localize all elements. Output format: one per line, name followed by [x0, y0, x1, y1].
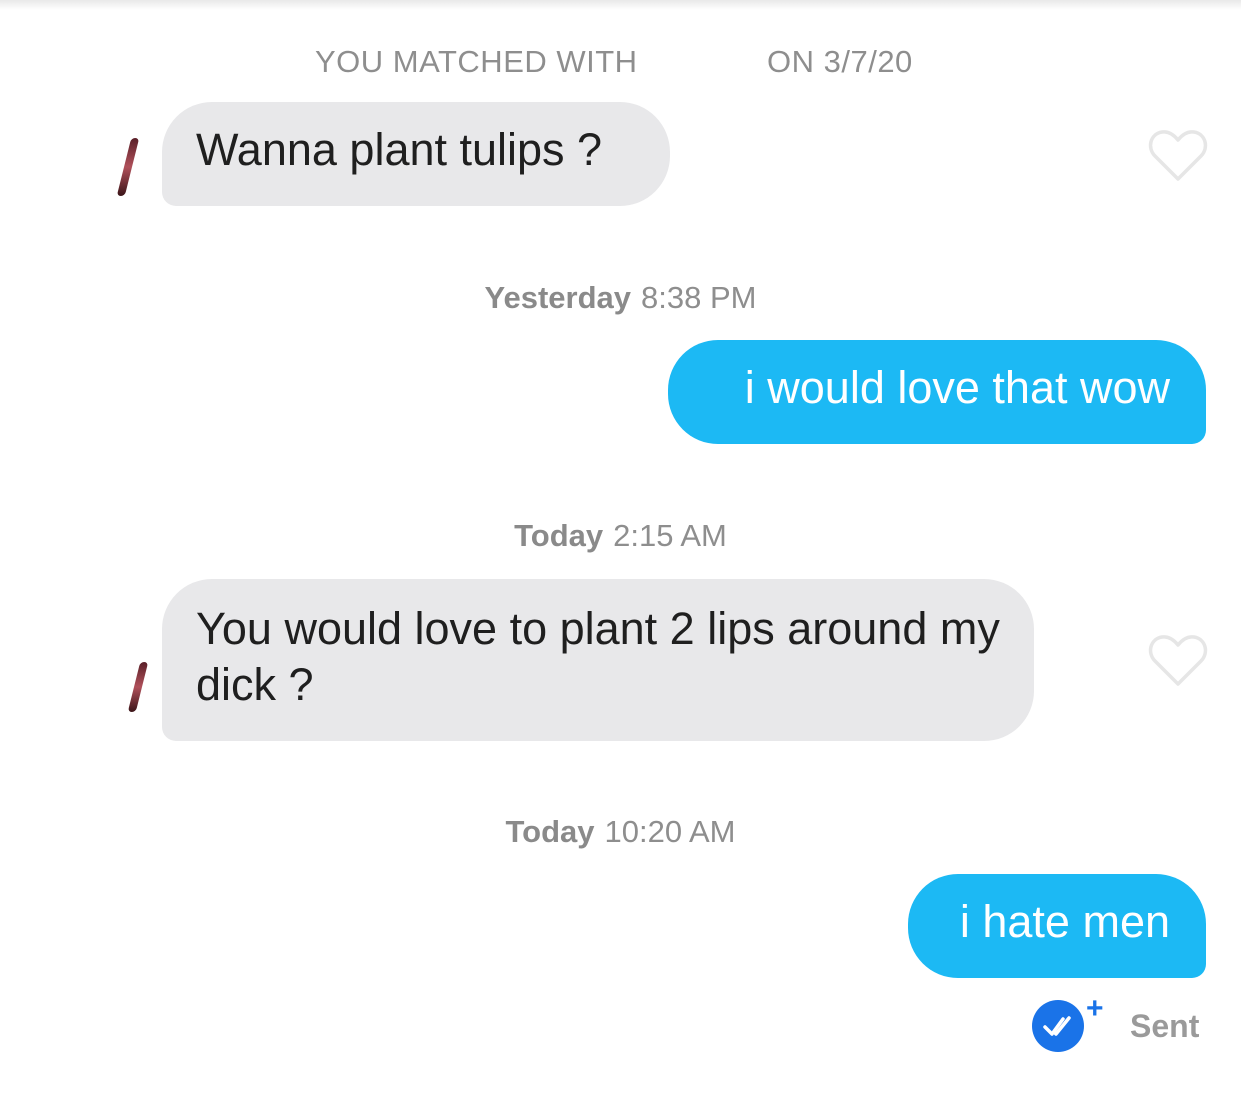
match-header-prefix: YOU MATCHED WITH	[315, 44, 638, 79]
message-status: + Sent	[1028, 992, 1218, 1058]
message-text: i hate men	[959, 896, 1170, 947]
timestamp-day: Yesterday	[484, 280, 632, 315]
match-header-date: ON 3/7/20	[767, 44, 913, 79]
message-text: i would love that wow	[744, 362, 1170, 413]
match-header: YOU MATCHED WITH ON 3/7/20	[0, 44, 1241, 84]
message-timestamp: Today 2:15 AM	[0, 518, 1241, 554]
heart-like-icon[interactable]	[1148, 127, 1208, 183]
timestamp-time: 8:38 PM	[641, 280, 757, 315]
message-timestamp: Yesterday 8:38 PM	[0, 280, 1241, 316]
message-text: Wanna plant tulips ?	[196, 124, 603, 175]
top-edge	[0, 0, 1241, 10]
timestamp-time: 2:15 AM	[613, 518, 727, 553]
timestamp-day: Today	[514, 518, 604, 553]
incoming-message-bubble[interactable]: You would love to plant 2 lips around my…	[162, 579, 1034, 741]
outgoing-message-bubble[interactable]: i would love that wow	[668, 340, 1206, 444]
timestamp-time: 10:20 AM	[604, 814, 736, 849]
timestamp-day: Today	[505, 814, 595, 849]
plus-badge-icon: +	[1086, 992, 1104, 1025]
outgoing-message-bubble[interactable]: i hate men	[908, 874, 1206, 978]
avatar[interactable]	[127, 662, 149, 712]
message-timestamp: Today 10:20 AM	[0, 814, 1241, 850]
heart-like-icon[interactable]	[1148, 632, 1208, 688]
sent-status-label: Sent	[1130, 1008, 1200, 1044]
double-check-icon	[1043, 1016, 1071, 1036]
avatar[interactable]	[116, 138, 140, 196]
incoming-message-bubble[interactable]: Wanna plant tulips ?	[162, 102, 670, 206]
read-receipt-icon[interactable]	[1032, 1000, 1084, 1052]
message-text: You would love to plant 2 lips around my…	[196, 603, 1000, 710]
